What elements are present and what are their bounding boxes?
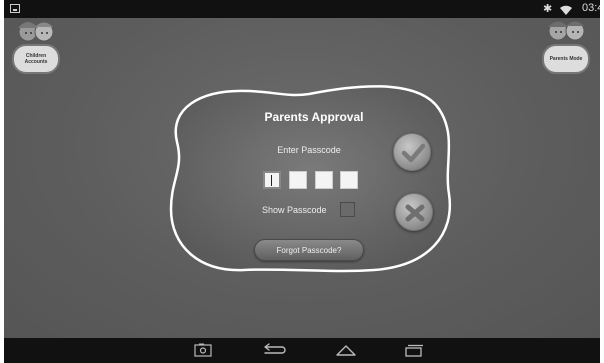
show-passcode-checkbox[interactable]	[340, 202, 355, 217]
passcode-digit-3[interactable]	[315, 171, 333, 189]
children-accounts-button[interactable]: Children Accounts	[10, 18, 62, 74]
screenshot-icon[interactable]	[194, 343, 212, 357]
parents-mode-label: Parents Mode	[542, 44, 590, 74]
children-accounts-label: Children Accounts	[12, 44, 60, 74]
back-icon[interactable]	[262, 343, 286, 357]
status-time: 03:42	[582, 2, 600, 14]
navigation-bar	[4, 338, 600, 363]
dialog-title: Parents Approval	[264, 110, 364, 124]
passcode-digit-4[interactable]	[340, 171, 358, 189]
status-bar: ✱ 03:42	[4, 0, 600, 18]
device-screen: ✱ 03:42 Children Accounts Parents Mode	[4, 0, 600, 363]
checkmark-icon	[401, 143, 426, 163]
cancel-button[interactable]	[395, 193, 433, 231]
passcode-digit-1[interactable]	[263, 171, 281, 189]
x-icon	[405, 204, 425, 222]
passcode-digit-2[interactable]	[289, 171, 307, 189]
enter-passcode-label: Enter Passcode	[277, 145, 341, 155]
bluetooth-icon: ✱	[543, 3, 553, 15]
home-icon[interactable]	[335, 343, 357, 357]
recents-icon[interactable]	[404, 343, 424, 357]
show-passcode-label: Show Passcode	[262, 205, 327, 215]
notification-screen-icon	[10, 4, 20, 13]
confirm-button[interactable]	[393, 133, 431, 171]
wifi-icon	[560, 5, 572, 15]
parents-mode-button[interactable]: Parents Mode	[540, 18, 592, 74]
forgot-passcode-button[interactable]: Forgot Passcode?	[254, 239, 364, 261]
